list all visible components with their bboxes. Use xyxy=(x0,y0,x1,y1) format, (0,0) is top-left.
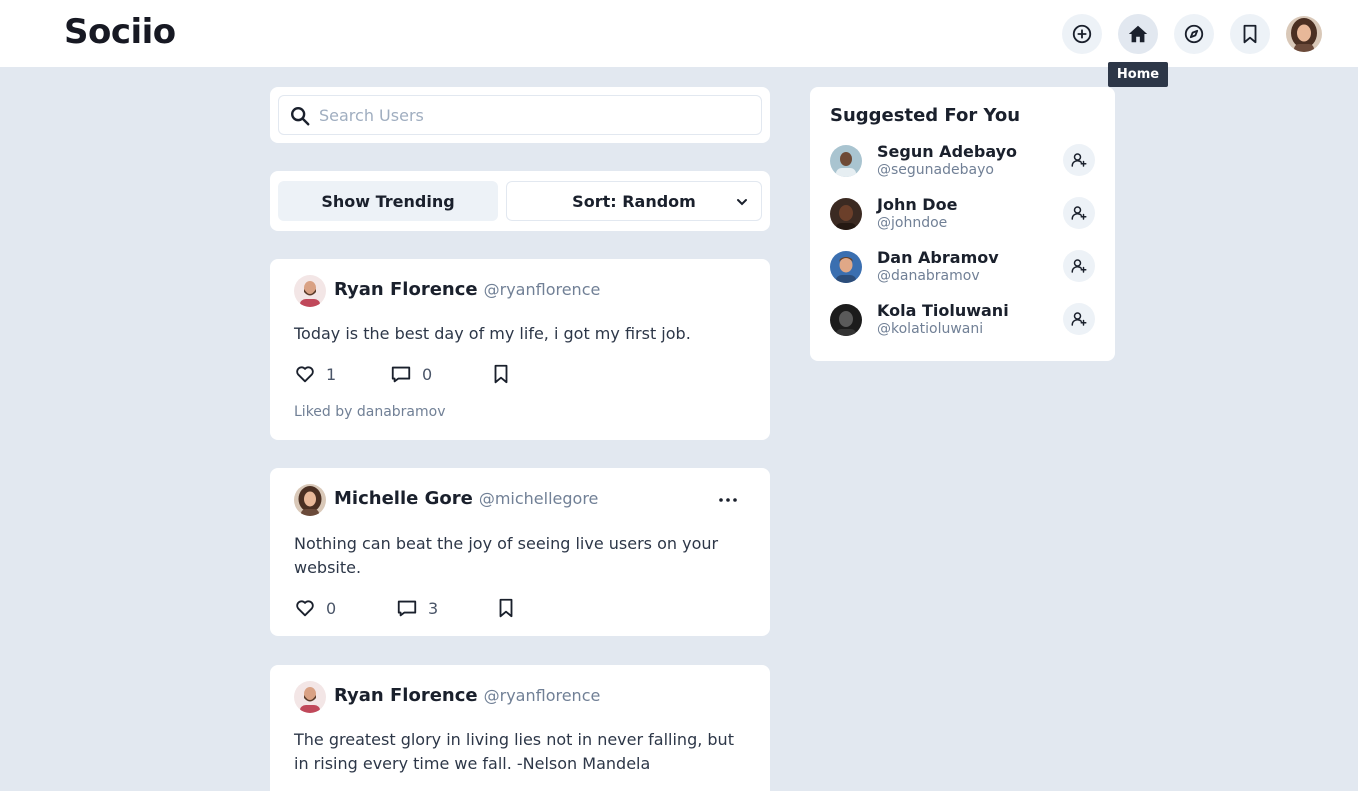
suggestion-item: Segun Adebayo @segunadebayo xyxy=(830,142,1096,182)
sort-select[interactable]: Sort: Random xyxy=(506,181,762,221)
heart-icon xyxy=(296,600,314,617)
bookmarks-button[interactable] xyxy=(1230,14,1270,54)
post-content: Today is the best day of my life, i got … xyxy=(294,324,691,343)
follow-button[interactable] xyxy=(1063,303,1095,335)
post-card: Michelle Gore @michellegore Nothing can b… xyxy=(270,468,770,636)
filter-card: Show Trending Sort: Random xyxy=(270,171,770,231)
post-author-handle: @michellegore xyxy=(478,489,599,508)
post-author-name[interactable]: Ryan Florence xyxy=(334,279,478,300)
man-avatar-icon xyxy=(830,304,862,336)
man-avatar-icon xyxy=(830,198,862,230)
comment-button[interactable]: 3 xyxy=(396,597,438,619)
post-author: Ryan Florence @ryanflorence xyxy=(334,685,600,706)
post-author-avatar[interactable] xyxy=(294,681,326,713)
more-horizontal-icon xyxy=(719,498,737,502)
post-content: The greatest glory in living lies not in… xyxy=(294,730,734,773)
comment-icon xyxy=(391,366,411,383)
bookmark-icon xyxy=(1243,24,1257,44)
like-count: 1 xyxy=(326,364,337,384)
home-tooltip: Home xyxy=(1108,62,1168,87)
suggestion-item: John Doe @johndoe xyxy=(830,195,1096,235)
man-avatar-icon xyxy=(830,145,862,177)
user-plus-icon xyxy=(1071,153,1087,167)
follow-button[interactable] xyxy=(1063,197,1095,229)
comment-count: 0 xyxy=(422,364,433,384)
suggestions-title: Suggested For You xyxy=(830,105,1021,126)
follow-button[interactable] xyxy=(1063,250,1095,282)
suggestion-handle: @johndoe xyxy=(877,215,948,231)
suggestion-name[interactable]: Dan Abramov xyxy=(877,248,999,267)
woman-avatar-icon xyxy=(294,484,326,516)
follow-button[interactable] xyxy=(1063,144,1095,176)
suggestion-item: Kola Tioluwani @kolatioluwani xyxy=(830,301,1096,341)
plus-circle-icon xyxy=(1072,24,1092,44)
man-avatar-icon xyxy=(294,681,326,713)
sort-select-label: Sort: Random xyxy=(572,191,696,211)
bookmark-post-button[interactable] xyxy=(490,363,522,385)
like-button[interactable]: 1 xyxy=(294,363,336,385)
user-plus-icon xyxy=(1071,259,1087,273)
post-card: Ryan Florence @ryanflorence The greatest … xyxy=(270,665,770,791)
post-author-avatar[interactable] xyxy=(294,275,326,307)
post-author-handle: @ryanflorence xyxy=(483,280,601,299)
top-navbar: Sociio xyxy=(0,0,1358,67)
user-plus-icon xyxy=(1071,206,1087,220)
suggestion-avatar[interactable] xyxy=(830,251,862,283)
post-card: Ryan Florence @ryanflorence Today is the … xyxy=(270,259,770,440)
home-icon xyxy=(1128,25,1148,43)
show-trending-button[interactable]: Show Trending xyxy=(278,181,498,221)
suggestion-avatar[interactable] xyxy=(830,304,862,336)
suggestion-name[interactable]: Kola Tioluwani xyxy=(877,301,1009,320)
comment-icon xyxy=(397,600,417,617)
heart-icon xyxy=(296,366,314,383)
post-author: Ryan Florence @ryanflorence xyxy=(334,279,600,300)
suggestion-avatar[interactable] xyxy=(830,198,862,230)
create-post-button[interactable] xyxy=(1062,14,1102,54)
man-avatar-icon xyxy=(294,275,326,307)
chevron-down-icon xyxy=(737,199,747,206)
suggestion-item: Dan Abramov @danabramov xyxy=(830,248,1096,288)
compass-icon xyxy=(1184,24,1204,44)
suggestion-handle: @kolatioluwani xyxy=(877,321,984,337)
bookmark-icon xyxy=(499,598,513,618)
post-author-avatar[interactable] xyxy=(294,484,326,516)
search-card xyxy=(270,87,770,143)
search-icon xyxy=(291,107,310,126)
suggestion-name[interactable]: John Doe xyxy=(877,195,957,214)
home-button[interactable] xyxy=(1118,14,1158,54)
explore-button[interactable] xyxy=(1174,14,1214,54)
post-author-handle: @ryanflorence xyxy=(483,686,601,705)
post-author-name[interactable]: Michelle Gore xyxy=(334,488,473,509)
like-count: 0 xyxy=(326,598,337,618)
post-author-name[interactable]: Ryan Florence xyxy=(334,685,478,706)
post-author: Michelle Gore @michellegore xyxy=(334,488,598,509)
suggestion-avatar[interactable] xyxy=(830,145,862,177)
profile-avatar[interactable] xyxy=(1286,16,1322,52)
bookmark-icon xyxy=(494,364,508,384)
user-plus-icon xyxy=(1071,312,1087,326)
bookmark-post-button[interactable] xyxy=(495,597,527,619)
suggestion-handle: @danabramov xyxy=(877,268,980,284)
app-logo[interactable]: Sociio xyxy=(64,12,176,52)
suggestions-card: Suggested For You Segun Adebayo @segunad… xyxy=(810,87,1115,361)
comment-count: 3 xyxy=(428,598,439,618)
like-button[interactable]: 0 xyxy=(294,597,336,619)
man-avatar-icon xyxy=(830,251,862,283)
search-input[interactable] xyxy=(319,102,749,128)
post-content: Nothing can beat the joy of seeing live … xyxy=(294,534,719,577)
post-options-button[interactable] xyxy=(716,488,740,512)
liked-by-text[interactable]: Liked by danabramov xyxy=(294,404,446,420)
comment-button[interactable]: 0 xyxy=(390,363,432,385)
suggestion-name[interactable]: Segun Adebayo xyxy=(877,142,1017,161)
suggestion-handle: @segunadebayo xyxy=(877,162,994,178)
woman-avatar-icon xyxy=(1286,16,1322,52)
search-box[interactable] xyxy=(278,95,762,135)
